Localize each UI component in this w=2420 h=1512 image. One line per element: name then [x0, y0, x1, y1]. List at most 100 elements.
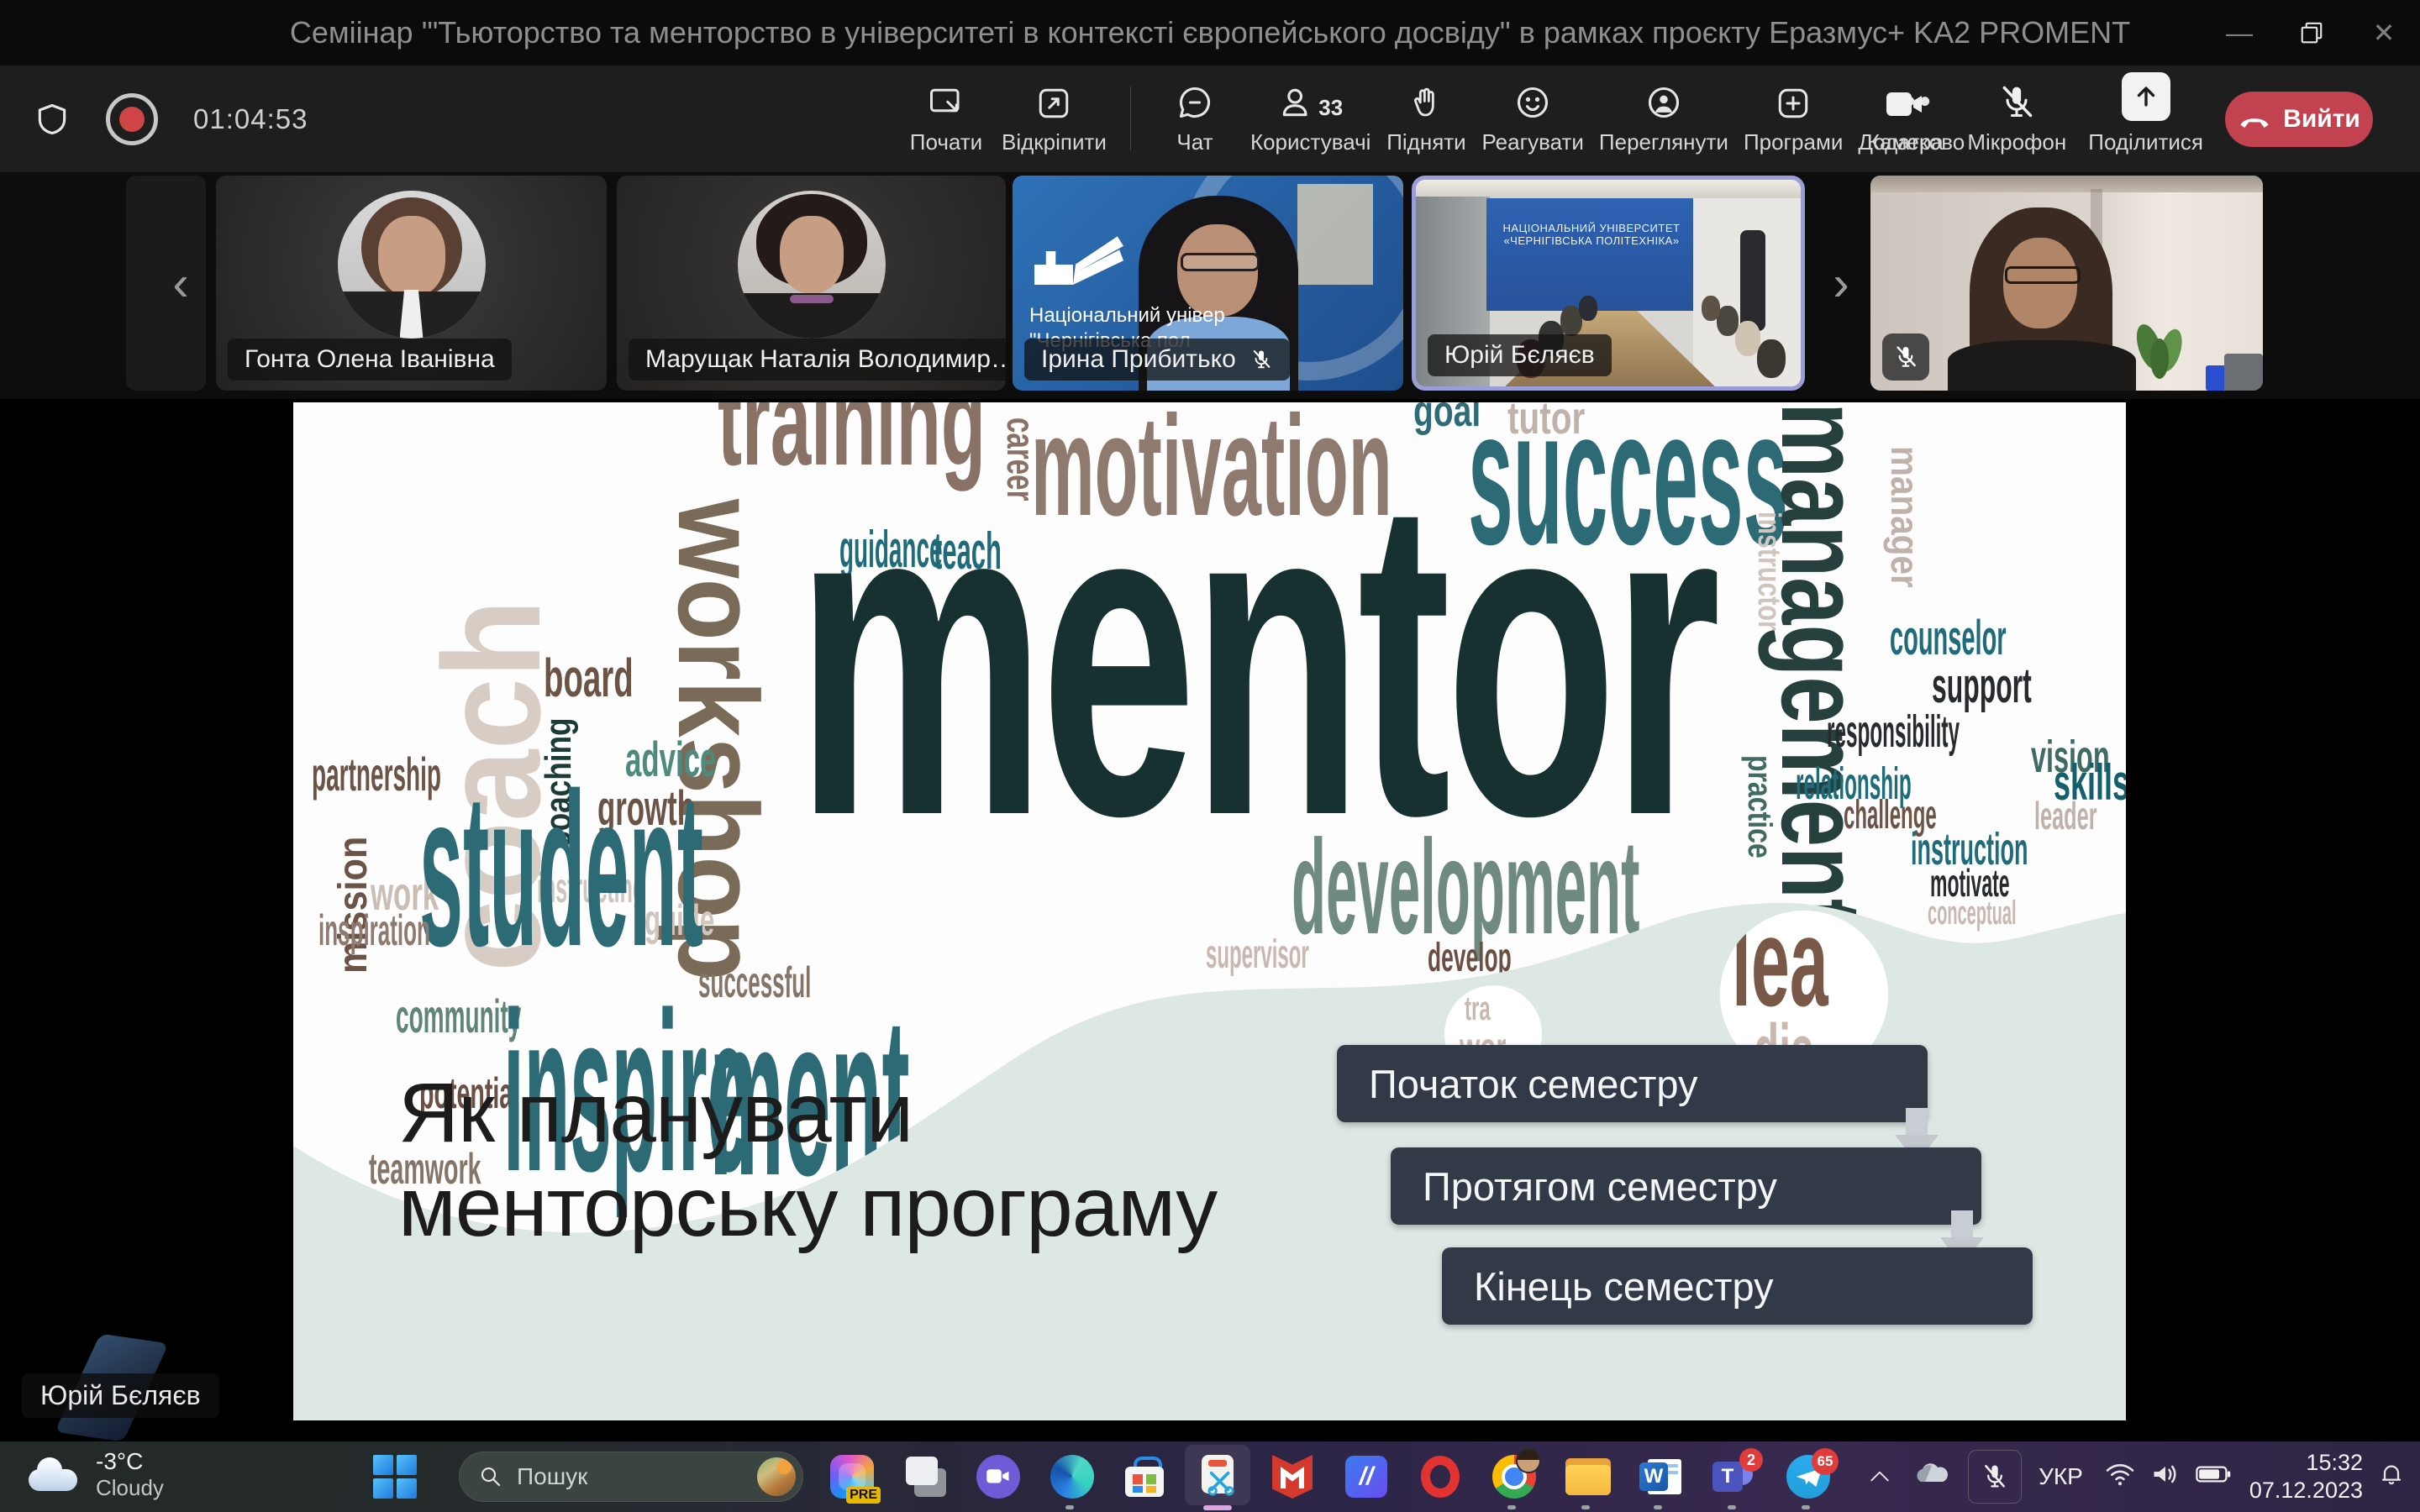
video-tile[interactable]: Національний універ "Чернігівська пол Ір… — [1013, 176, 1403, 391]
taskbar-copilot-button[interactable]: PRE — [827, 1452, 877, 1502]
video-tile[interactable]: Марущак Наталія Володимир… — [617, 176, 1006, 391]
search-daily-image — [757, 1457, 796, 1496]
hangup-icon — [2238, 109, 2271, 129]
glasses — [2005, 266, 2081, 284]
video-tile[interactable] — [1870, 176, 2263, 391]
presenter-name-overlay: Юрій Бєляєв — [22, 1373, 219, 1418]
camera-button[interactable]: Камера — [1865, 66, 1945, 172]
share-screen-icon — [927, 86, 965, 121]
search-placeholder: Пошук — [517, 1463, 744, 1490]
tray-clock[interactable]: 15:32 07.12.2023 — [2249, 1449, 2363, 1504]
ceiling — [1870, 176, 2263, 192]
start-button[interactable] — [370, 1452, 420, 1502]
taskbar-word-button[interactable]: W — [1635, 1452, 1686, 1502]
taskbar-opera-button[interactable] — [1415, 1452, 1465, 1502]
start-share-button[interactable]: Почати — [906, 66, 986, 172]
telegram-notification-badge: 65 — [1812, 1448, 1839, 1475]
share-button[interactable]: Поділитися — [2088, 66, 2203, 172]
mic-muted-icon — [1981, 1462, 2009, 1492]
laptop — [2224, 354, 2263, 391]
taskbar-weather-widget[interactable]: -3°C Cloudy — [25, 1448, 164, 1500]
movavi-icon: // — [1345, 1456, 1387, 1498]
flow-box-2: Протягом семестру — [1391, 1147, 1981, 1225]
taskbar-taskview-button[interactable] — [901, 1452, 951, 1502]
chat-icon — [1176, 84, 1213, 121]
video-tile[interactable]: Гонта Олена Іванівна — [216, 176, 607, 391]
wall-text: НАЦІОНАЛЬНИЙ УНІВЕРСИТЕТ «ЧЕРНІГІВСЬКА П… — [1486, 222, 1697, 247]
tray-date: 07.12.2023 — [2249, 1477, 2363, 1504]
tray-mic-muted[interactable] — [1968, 1450, 2022, 1504]
apps-plus-icon — [1776, 86, 1811, 121]
toolbar-divider — [1130, 87, 1131, 150]
volume-icon[interactable] — [2150, 1462, 2181, 1493]
gallery-next-button[interactable]: › — [1822, 255, 1860, 313]
tray-language[interactable]: УКР — [2039, 1463, 2083, 1490]
snip-active-indicator — [1203, 1505, 1232, 1510]
taskbar-chrome-button[interactable] — [1489, 1452, 1539, 1502]
apps-button[interactable]: Програми — [1744, 66, 1843, 172]
copilot-pre-badge: PRE — [846, 1487, 881, 1504]
unpin-icon — [1036, 86, 1071, 121]
video-tile-active[interactable]: НАЦІОНАЛЬНИЙ УНІВЕРСИТЕТ «ЧЕРНІГІВСЬКА П… — [1412, 176, 1805, 391]
tray-chevron-up[interactable] — [1869, 1463, 1891, 1490]
wifi-icon[interactable] — [2105, 1462, 2135, 1493]
copilot-icon: PRE — [830, 1455, 874, 1499]
mic-muted-icon — [1892, 344, 1919, 370]
snipping-tool-icon — [1200, 1455, 1237, 1499]
window-title: Семіінар '"Тьюторство та менторство в ун… — [0, 0, 2420, 66]
meeting-timer: 01:04:53 — [193, 103, 308, 135]
taskbar-store-button[interactable] — [1119, 1452, 1170, 1502]
taskbar-telegram-button[interactable]: 65 — [1783, 1452, 1833, 1502]
teams-icon: T 2 — [1712, 1455, 1756, 1499]
leave-button[interactable]: Вийти — [2225, 92, 2373, 147]
taskbar-mcafee-button[interactable] — [1267, 1452, 1318, 1502]
search-input[interactable]: Пошук — [459, 1452, 803, 1502]
raise-hand-button[interactable]: Підняти — [1386, 66, 1466, 172]
minimize-button[interactable]: — — [2203, 0, 2275, 66]
camera-icon — [1884, 87, 1926, 121]
react-button[interactable]: Реагувати — [1481, 66, 1583, 172]
folder-icon — [1565, 1458, 1611, 1495]
restore-button[interactable] — [2275, 0, 2348, 66]
notification-bell[interactable] — [2378, 1460, 2405, 1494]
close-button[interactable]: ✕ — [2348, 0, 2420, 66]
taskview-icon — [904, 1455, 948, 1499]
restore-icon — [2299, 20, 2324, 45]
telegram-icon: 65 — [1786, 1455, 1830, 1499]
microphone-button[interactable]: Мікрофон — [1967, 66, 2066, 172]
university-logo — [1034, 226, 1127, 293]
store-icon — [1125, 1457, 1164, 1497]
participant-count: 33 — [1318, 95, 1343, 121]
shield-icon — [34, 98, 71, 140]
mcafee-icon — [1272, 1455, 1313, 1499]
taskbar-snipping-button[interactable] — [1193, 1452, 1244, 1502]
mic-muted-badge — [1882, 333, 1929, 381]
unpin-button[interactable]: Відкріпити — [1002, 66, 1107, 172]
view-button[interactable]: Переглянути — [1599, 66, 1728, 172]
weather-cloud-icon — [25, 1457, 81, 1491]
chat-button[interactable]: Чат — [1155, 66, 1235, 172]
participant-name: Ірина Прибитько — [1024, 339, 1290, 381]
onedrive-icon[interactable] — [1912, 1462, 1949, 1493]
windows-taskbar: -3°C Cloudy Пошук PRE — [0, 1441, 2420, 1512]
taskbar-explorer-button[interactable] — [1563, 1452, 1613, 1502]
edge-icon — [1050, 1455, 1094, 1499]
person-body — [1948, 340, 2136, 391]
raise-hand-icon — [1409, 84, 1443, 121]
taskbar-movavi-button[interactable]: // — [1341, 1452, 1392, 1502]
teams-notification-badge: 2 — [1739, 1448, 1763, 1472]
gallery-prev-button[interactable]: ‹ — [161, 255, 200, 313]
taskbar-chat-button[interactable] — [973, 1452, 1023, 1502]
participants-button[interactable]: 33 Користувачі — [1250, 66, 1371, 172]
taskbar-edge-button[interactable] — [1047, 1452, 1097, 1502]
share-up-icon — [2122, 72, 2170, 121]
react-smiley-icon — [1514, 84, 1551, 121]
avatar — [738, 191, 886, 339]
recording-indicator — [106, 93, 158, 145]
glasses — [1181, 253, 1260, 271]
taskbar-teams-button[interactable]: T 2 — [1709, 1452, 1760, 1502]
video-gallery: ‹ Гонта Олена Іванівна Марущак Наталія В… — [0, 172, 2420, 399]
participant-name: Марущак Наталія Володимир… — [629, 339, 1006, 381]
participant-name: Юрій Бєляєв — [1428, 334, 1612, 376]
battery-icon[interactable] — [2196, 1463, 2231, 1491]
